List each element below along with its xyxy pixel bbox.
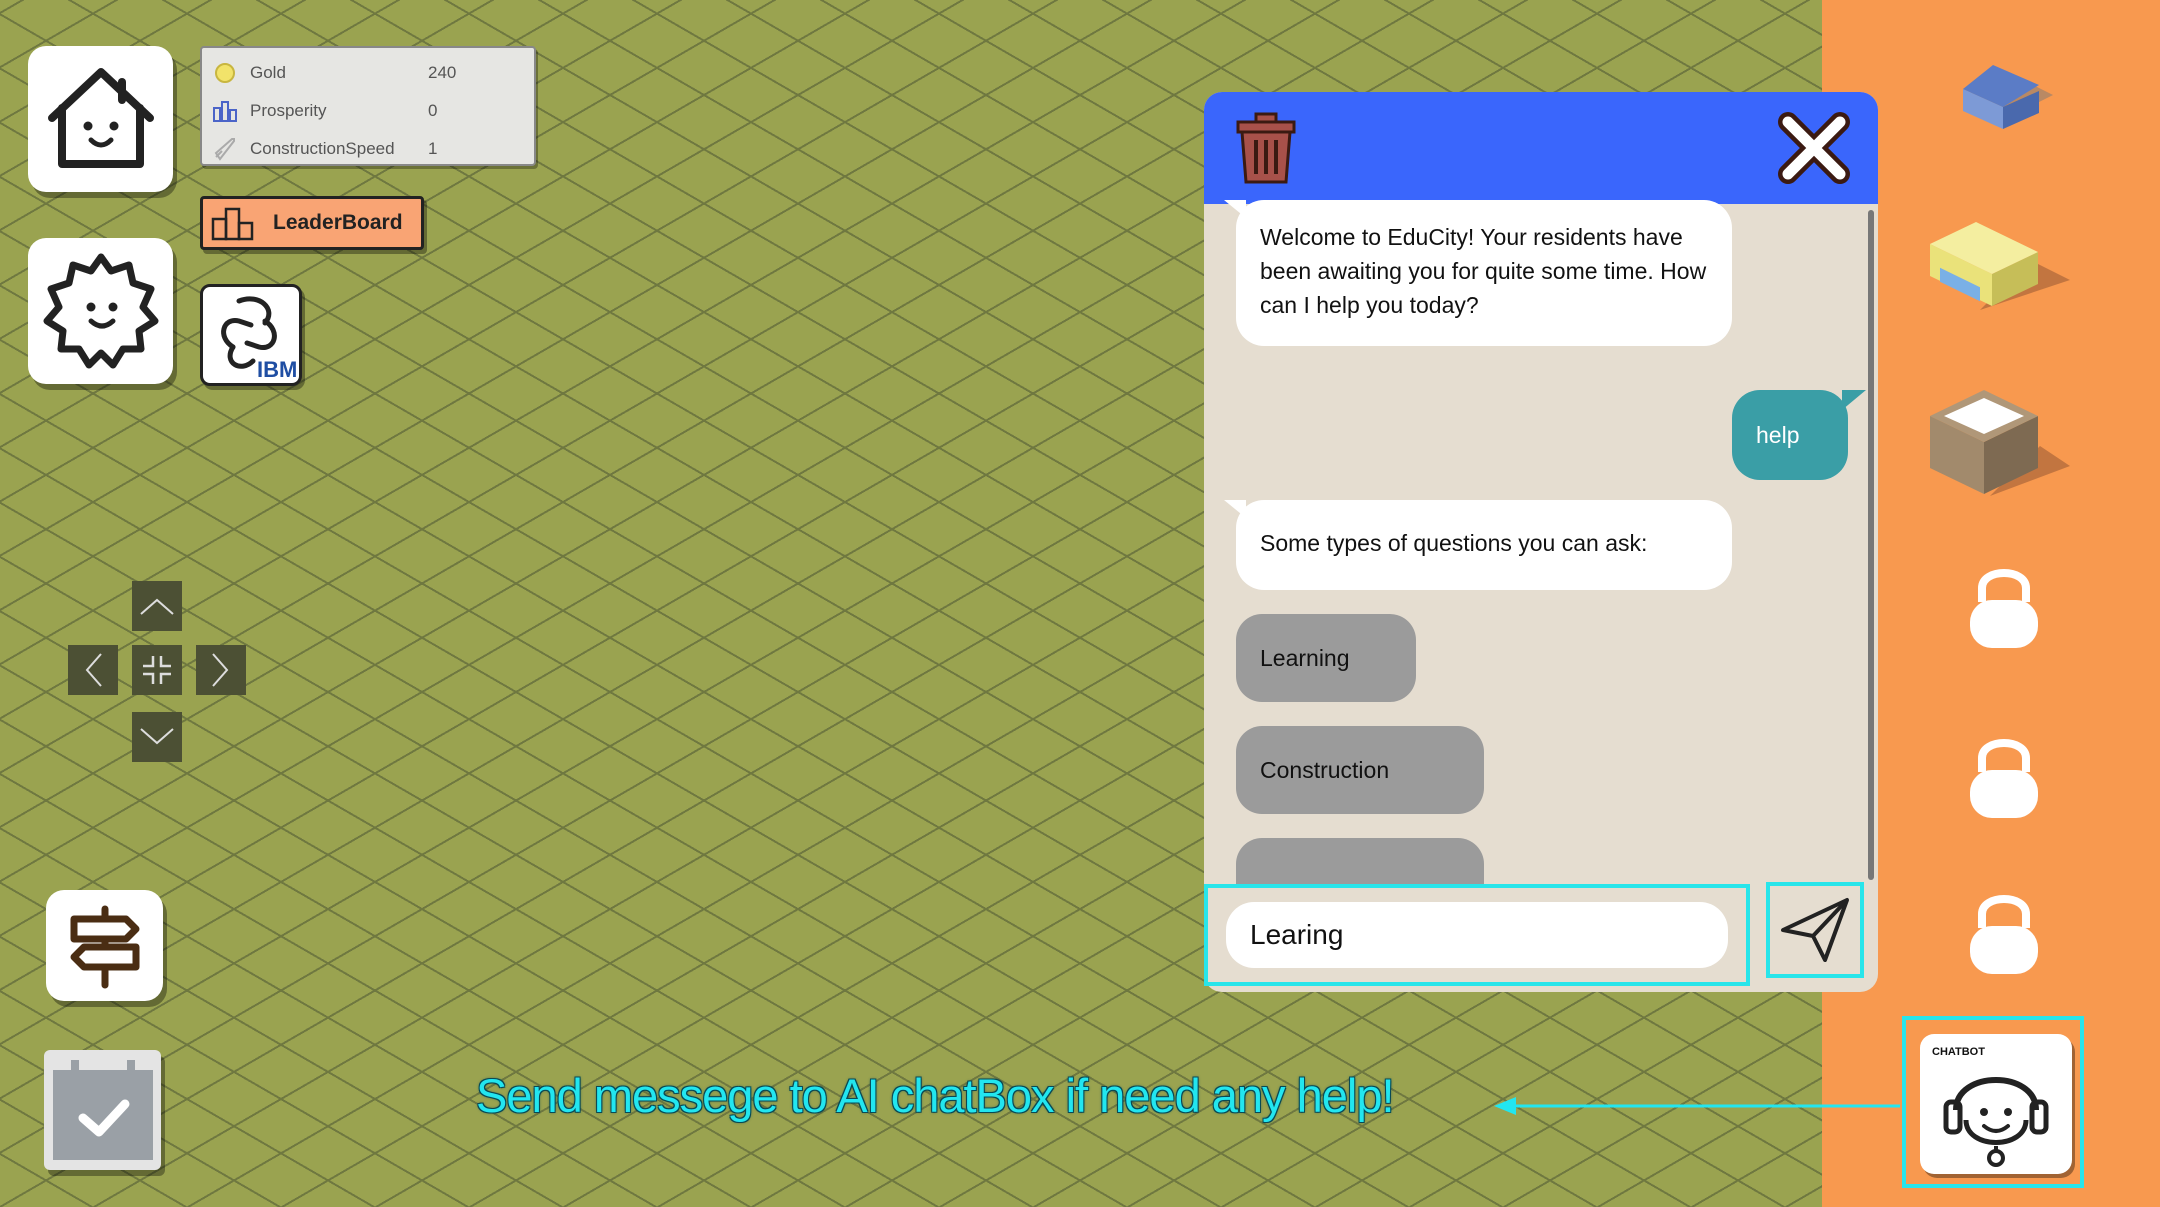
option-learning-button[interactable]: Learning	[1236, 614, 1416, 702]
user-message: help	[1732, 390, 1866, 480]
ibm-link-button[interactable]: IBM	[200, 284, 302, 386]
chatbot-button[interactable]: CHATBOT	[1920, 1034, 2072, 1174]
warehouse-building-item[interactable]	[1920, 376, 2080, 506]
shop-building-icon	[1930, 222, 2070, 310]
rocket-icon	[210, 137, 240, 161]
chatbot-highlight: CHATBOT	[1902, 1016, 2084, 1188]
calendar-check-icon	[52, 1060, 153, 1160]
signpost-icon	[70, 905, 139, 988]
box-building-icon	[1930, 390, 2070, 496]
paper-plane-icon	[1781, 898, 1849, 962]
chat-window: Welcome to EduCity! Your residents have …	[1204, 92, 1878, 992]
option-construction-button[interactable]: Construction	[1236, 726, 1484, 814]
speed-value: 1	[428, 139, 438, 158]
pan-up-button[interactable]	[132, 581, 182, 631]
chevron-right-icon	[212, 653, 229, 687]
prosperity-value: 0	[428, 101, 438, 120]
gold-coin-icon	[210, 61, 240, 85]
pan-down-button[interactable]	[132, 712, 182, 762]
pan-left-button[interactable]	[68, 645, 118, 695]
collapse-icon	[143, 656, 171, 684]
headset-bot-icon	[1943, 1077, 2049, 1167]
quest-guide-button[interactable]	[46, 890, 163, 1001]
smiling-house-icon	[47, 68, 154, 168]
house-building-item[interactable]	[1948, 50, 2068, 140]
settings-button[interactable]	[28, 238, 173, 384]
locked-slot	[1966, 558, 2042, 654]
chevron-down-icon	[140, 728, 174, 745]
leaderboard-button[interactable]: LeaderBoard	[200, 196, 424, 250]
recenter-button[interactable]	[132, 645, 182, 695]
construction-speed-stat: ConstructionSpeed 1	[210, 130, 526, 168]
chat-header	[1204, 92, 1878, 204]
locked-slot	[1966, 884, 2042, 980]
leaderboard-label: LeaderBoard	[273, 211, 403, 234]
gold-label: Gold	[250, 63, 286, 82]
gold-value: 240	[428, 63, 457, 82]
lock-icon	[1970, 739, 2038, 818]
chat-scrollbar[interactable]	[1868, 210, 1874, 880]
bot-message: Some types of questions you can ask:	[1236, 500, 1732, 590]
message-input[interactable]	[1226, 902, 1728, 968]
resource-stats-panel: Gold 240 Prosperity 0 ConstructionSpeed …	[200, 46, 536, 166]
daily-tasks-button[interactable]	[44, 1050, 161, 1170]
smiling-gear-icon	[43, 253, 158, 369]
chevron-up-icon	[140, 598, 174, 615]
house-building-icon	[1963, 65, 2053, 129]
send-button[interactable]	[1766, 882, 1864, 978]
chevron-left-icon	[85, 653, 102, 687]
speed-label: ConstructionSpeed	[250, 139, 395, 158]
trash-icon	[1236, 112, 1296, 184]
chain-link-icon: IBM	[221, 296, 297, 382]
prosperity-stat: Prosperity 0	[210, 92, 526, 130]
lock-icon	[1970, 569, 2038, 648]
gold-stat: Gold 240	[210, 54, 526, 92]
home-button[interactable]	[28, 46, 173, 192]
tutorial-hint-text: Send messege to AI chatBox if need any h…	[476, 1069, 1395, 1122]
clear-chat-button[interactable]	[1234, 112, 1298, 184]
close-icon	[1778, 112, 1850, 184]
ibm-label: IBM	[257, 357, 297, 382]
close-chat-button[interactable]	[1778, 112, 1850, 184]
shop-building-item[interactable]	[1920, 210, 2080, 320]
message-input-highlight	[1204, 884, 1750, 986]
city-buildings-icon	[210, 99, 240, 123]
lock-icon	[1970, 895, 2038, 974]
pan-right-button[interactable]	[196, 645, 246, 695]
bot-message: Welcome to EduCity! Your residents have …	[1236, 200, 1732, 346]
podium-icon	[211, 207, 254, 241]
hint-arrow-icon	[1494, 1097, 1900, 1115]
locked-slot	[1966, 728, 2042, 824]
prosperity-label: Prosperity	[250, 101, 327, 120]
